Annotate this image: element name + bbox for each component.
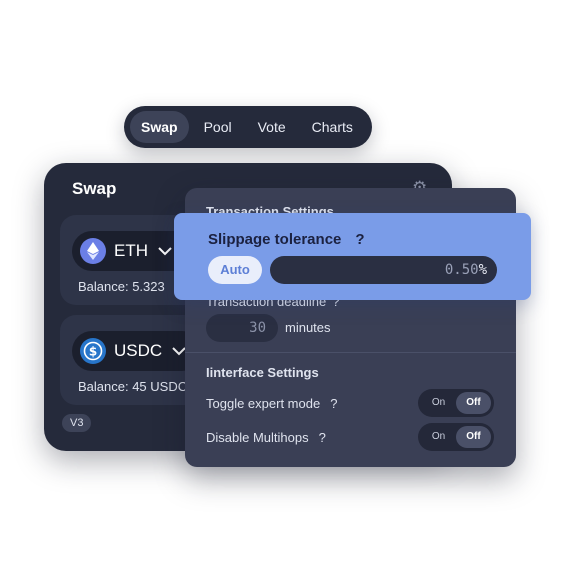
- auto-button[interactable]: Auto: [208, 256, 262, 284]
- nav-tab-charts[interactable]: Charts: [301, 111, 364, 143]
- token-balance: Balance: 45 USDC: [78, 379, 188, 394]
- toggle-on[interactable]: On: [421, 392, 456, 414]
- divider: [185, 352, 516, 353]
- expert-mode-row: Toggle expert mode?: [206, 396, 337, 411]
- usdc-icon: $: [80, 338, 106, 364]
- svg-text:$: $: [89, 345, 97, 359]
- chevron-down-icon: [158, 244, 172, 259]
- slippage-label: Slippage tolerance: [208, 231, 342, 248]
- help-icon[interactable]: ?: [330, 396, 337, 411]
- help-icon[interactable]: ?: [355, 231, 364, 248]
- toggle-off[interactable]: Off: [456, 392, 491, 414]
- top-nav: Swap Pool Vote Charts: [124, 106, 372, 148]
- expert-mode-label: Toggle expert mode: [206, 396, 321, 411]
- interface-settings-title: Iinterface Settings: [206, 365, 319, 380]
- nav-tab-pool[interactable]: Pool: [193, 111, 243, 143]
- toggle-off[interactable]: Off: [456, 426, 491, 448]
- token-select-usdc[interactable]: $ USDC: [72, 331, 202, 371]
- multihops-label: Disable Multihops: [206, 430, 309, 445]
- help-icon[interactable]: ?: [319, 430, 326, 445]
- slippage-tolerance-card: Slippage tolerance? Auto 0.50%: [174, 213, 531, 300]
- percent-unit: %: [478, 262, 487, 278]
- nav-tab-swap[interactable]: Swap: [130, 111, 189, 143]
- swap-title: Swap: [72, 179, 117, 198]
- version-badge: V3: [62, 414, 92, 432]
- slippage-input[interactable]: 0.50%: [270, 256, 497, 284]
- token-symbol: ETH: [114, 241, 148, 260]
- nav-tab-vote[interactable]: Vote: [247, 111, 297, 143]
- ethereum-icon: [80, 238, 106, 264]
- token-symbol: USDC: [114, 341, 163, 360]
- deadline-unit: minutes: [285, 320, 331, 335]
- token-balance: Balance: 5.323: [78, 279, 165, 294]
- expert-mode-toggle[interactable]: On Off: [418, 389, 494, 417]
- slippage-value: 0.50: [444, 262, 479, 278]
- toggle-on[interactable]: On: [421, 426, 456, 448]
- deadline-input[interactable]: 30: [206, 314, 278, 342]
- slippage-title: Slippage tolerance?: [208, 231, 365, 248]
- multihops-row: Disable Multihops?: [206, 430, 326, 445]
- multihops-toggle[interactable]: On Off: [418, 423, 494, 451]
